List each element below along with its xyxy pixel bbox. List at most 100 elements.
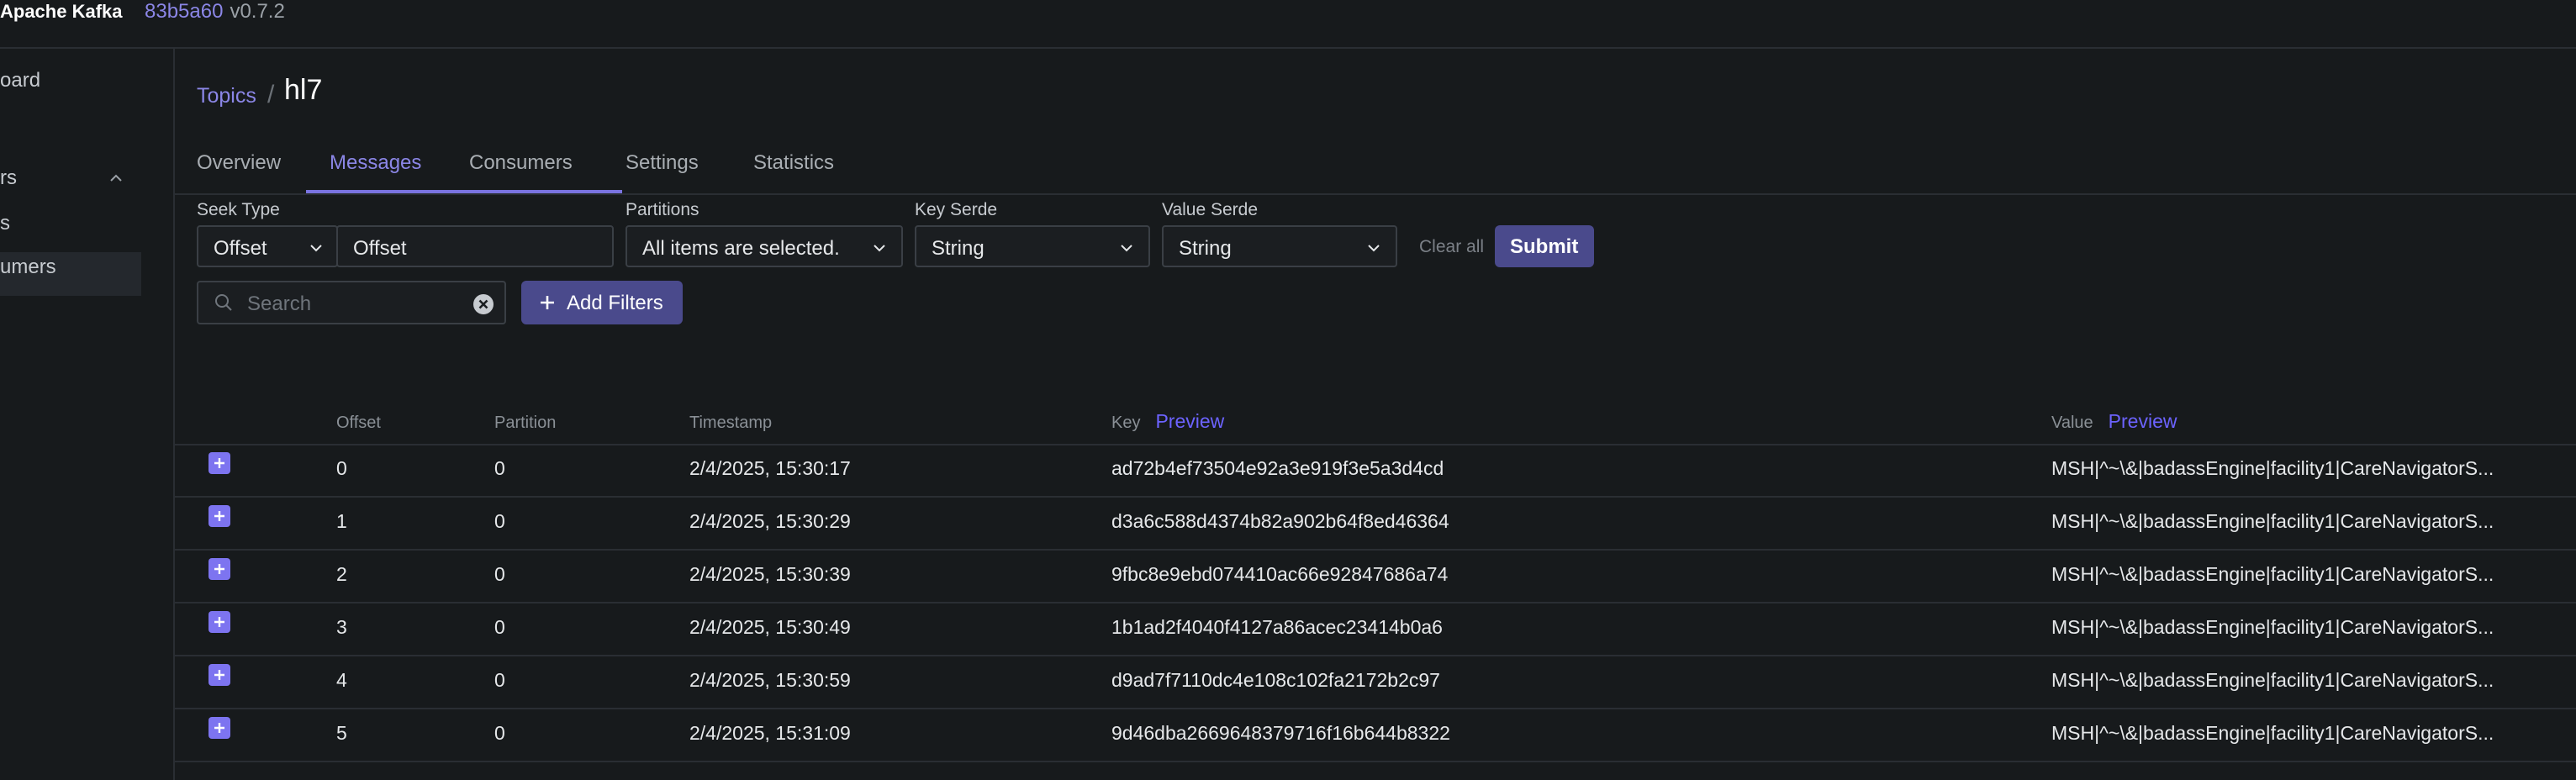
cell-timestamp: 2/4/2025, 15:30:49: [689, 616, 851, 638]
breadcrumb-separator: /: [267, 81, 275, 108]
table-row[interactable]: 0 0 2/4/2025, 15:30:17 ad72b4ef73504e92a3e9…: [175, 444, 2576, 498]
cell-key: d9ad7f7110dc4e108c102fa2172b2c97: [1111, 669, 1440, 691]
cell-timestamp: 2/4/2025, 15:30:39: [689, 563, 851, 585]
cell-partition: 0: [494, 510, 505, 532]
key-serde-select[interactable]: String: [915, 225, 1150, 267]
column-header-offset: Offset: [336, 414, 381, 432]
seek-type-select[interactable]: Offset: [197, 225, 338, 267]
cell-value: MSH|^~\&|badassEngine|facility1|CareNavi…: [2051, 616, 2494, 638]
version-label: v0.7.2: [230, 0, 285, 23]
chevron-down-icon: [874, 245, 885, 252]
search-icon: [215, 294, 232, 311]
add-filters-button[interactable]: Add Filters: [521, 281, 683, 324]
tab-settings[interactable]: Settings: [626, 151, 699, 175]
cell-offset: 3: [336, 616, 347, 638]
cell-partition: 0: [494, 669, 505, 691]
submit-button-label: Submit: [1510, 235, 1579, 258]
cell-timestamp: 2/4/2025, 15:30:59: [689, 669, 851, 691]
cell-partition: 0: [494, 457, 505, 479]
sidebar-item-brokers[interactable]: rs: [0, 166, 17, 190]
sidebar-item-topics-label[interactable]: s: [0, 212, 10, 235]
cell-key: d3a6c588d4374b82a902b64f8ed46364: [1111, 510, 1449, 532]
cell-offset: 0: [336, 457, 347, 479]
top-navbar: Apache Kafka 83b5a60 v0.7.2: [0, 0, 2576, 49]
page-title: hl7: [284, 74, 323, 106]
table-row[interactable]: 2 0 2/4/2025, 15:30:39 9fbc8e9ebd074410ac66…: [175, 550, 2576, 603]
cell-key: 9d46dba2669648379716f16b644b8322: [1111, 722, 1450, 744]
column-header-timestamp: Timestamp: [689, 414, 773, 432]
cell-timestamp: 2/4/2025, 15:30:17: [689, 457, 851, 479]
sidebar: oard rs s umers: [0, 49, 175, 780]
column-header-partition: Partition: [494, 414, 557, 432]
table-row[interactable]: 4 0 2/4/2025, 15:30:59 d9ad7f7110dc4e108c10…: [175, 656, 2576, 709]
cell-value: MSH|^~\&|badassEngine|facility1|CareNavi…: [2051, 510, 2494, 532]
chevron-down-icon: [1121, 245, 1132, 252]
search-input[interactable]: Search: [197, 281, 506, 324]
cell-key: 9fbc8e9ebd074410ac66e92847686a74: [1111, 563, 1449, 585]
cell-offset: 5: [336, 722, 347, 744]
version-info: 83b5a60 v0.7.2: [145, 0, 285, 24]
column-header-value: Value Preview: [2051, 410, 2177, 433]
tab-overview[interactable]: Overview: [197, 151, 281, 175]
cell-timestamp: 2/4/2025, 15:30:29: [689, 510, 851, 532]
clear-search-icon[interactable]: [472, 293, 494, 315]
cell-offset: 2: [336, 563, 347, 585]
messages-table-header: Offset Partition Timestamp Key Preview Va…: [175, 403, 2576, 445]
cell-partition: 0: [494, 616, 505, 638]
chevron-up-icon[interactable]: [108, 170, 124, 187]
clear-all-button[interactable]: Clear all: [1419, 237, 1484, 257]
cell-value: MSH|^~\&|badassEngine|facility1|CareNavi…: [2051, 563, 2494, 585]
seek-type-value: Offset: [214, 237, 267, 260]
expand-row-icon[interactable]: [209, 611, 230, 633]
seek-type-label: Seek Type: [197, 200, 280, 219]
cell-key: ad72b4ef73504e92a3e919f3e5a3d4cd: [1111, 457, 1444, 479]
cell-value: MSH|^~\&|badassEngine|facility1|CareNavi…: [2051, 669, 2494, 691]
add-filters-label: Add Filters: [567, 292, 663, 314]
table-row[interactable]: 1 0 2/4/2025, 15:30:29 d3a6c588d4374b82a902…: [175, 497, 2576, 551]
app-brand[interactable]: Apache Kafka: [0, 0, 123, 24]
chevron-down-icon: [1368, 245, 1380, 252]
search-placeholder: Search: [247, 292, 312, 315]
partitions-select[interactable]: All items are selected.: [626, 225, 903, 267]
cell-value: MSH|^~\&|badassEngine|facility1|CareNavi…: [2051, 457, 2494, 479]
column-header-key-label: Key: [1111, 414, 1141, 432]
submit-button[interactable]: Submit: [1495, 225, 1594, 267]
partitions-label: Partitions: [626, 200, 699, 219]
cell-timestamp: 2/4/2025, 15:31:09: [689, 722, 851, 744]
table-row[interactable]: 3 0 2/4/2025, 15:30:49 1b1ad2f4040f4127a86a…: [175, 603, 2576, 656]
table-row[interactable]: 5 0 2/4/2025, 15:31:09 9d46dba2669648379716…: [175, 709, 2576, 762]
cell-offset: 1: [336, 510, 347, 532]
key-serde-label: Key Serde: [915, 200, 998, 219]
key-preview-link[interactable]: Preview: [1155, 410, 1224, 432]
breadcrumb-topics-link[interactable]: Topics: [197, 84, 256, 108]
expand-row-icon[interactable]: [209, 452, 230, 474]
value-serde-label: Value Serde: [1162, 200, 1259, 219]
plus-icon: [541, 296, 554, 309]
value-preview-link[interactable]: Preview: [2109, 410, 2177, 432]
tab-consumers[interactable]: Consumers: [469, 151, 573, 175]
expand-row-icon[interactable]: [209, 717, 230, 739]
tab-messages[interactable]: Messages: [330, 151, 421, 175]
cell-offset: 4: [336, 669, 347, 691]
value-serde-value: String: [1179, 237, 1232, 260]
value-serde-select[interactable]: String: [1162, 225, 1397, 267]
key-serde-value: String: [932, 237, 984, 260]
column-header-value-label: Value: [2051, 414, 2093, 432]
expand-row-icon[interactable]: [209, 505, 230, 527]
cell-partition: 0: [494, 722, 505, 744]
expand-row-icon[interactable]: [209, 558, 230, 580]
expand-row-icon[interactable]: [209, 664, 230, 686]
column-header-key: Key Preview: [1111, 410, 1224, 433]
cell-key: 1b1ad2f4040f4127a86acec23414b0a6: [1111, 616, 1443, 638]
cell-partition: 0: [494, 563, 505, 585]
tab-statistics[interactable]: Statistics: [753, 151, 834, 175]
sidebar-item-consumers[interactable]: umers: [0, 256, 56, 279]
commit-hash-link[interactable]: 83b5a60: [145, 0, 223, 23]
partitions-value: All items are selected.: [642, 237, 840, 260]
active-tab-indicator: [306, 190, 622, 193]
topic-tabs: Overview Messages Consumers Settings Sta…: [175, 141, 2576, 195]
cell-value: MSH|^~\&|badassEngine|facility1|CareNavi…: [2051, 722, 2494, 744]
chevron-down-icon: [310, 245, 322, 252]
offset-input[interactable]: Offset: [336, 225, 614, 267]
sidebar-item-dashboard[interactable]: oard: [0, 69, 40, 92]
